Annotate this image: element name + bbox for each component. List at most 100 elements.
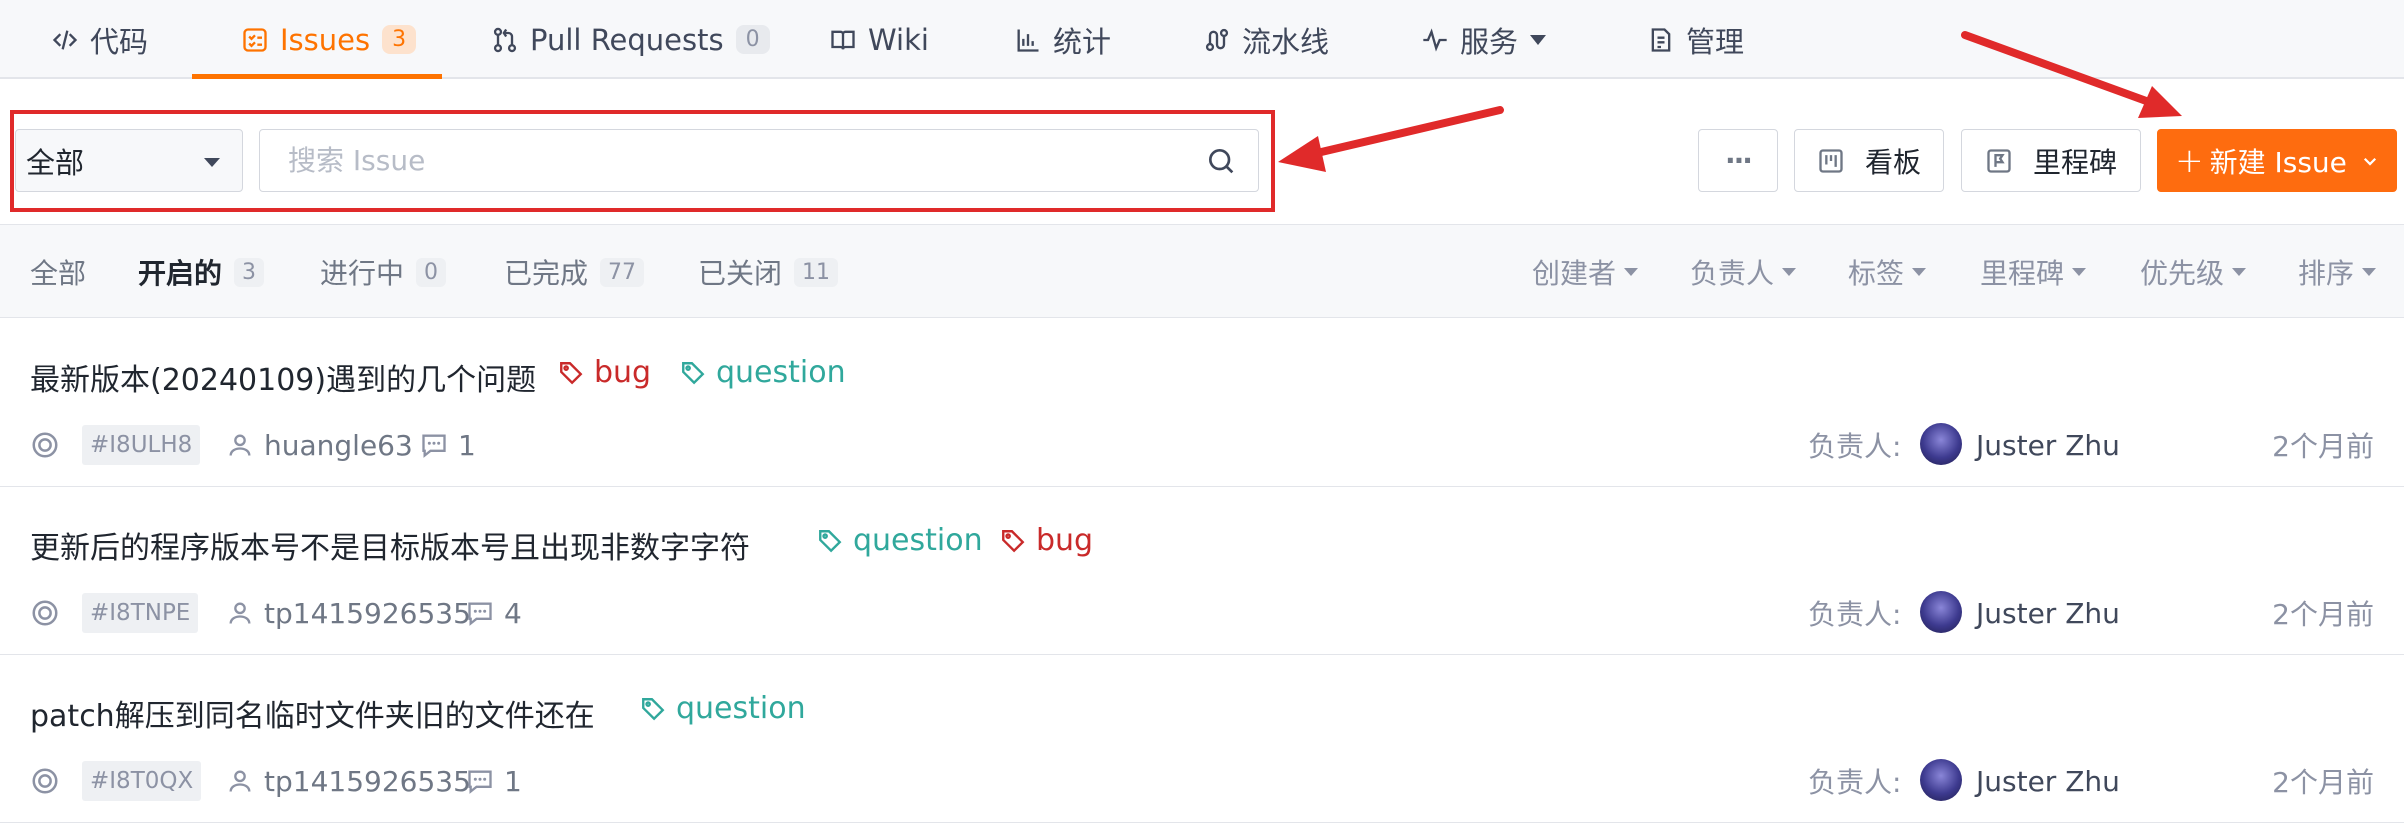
tab-manage[interactable]: 管理	[1646, 0, 1744, 79]
issue-label-question[interactable]: question	[640, 691, 806, 726]
status-tab-open[interactable]: 开启的 3	[138, 225, 265, 319]
milestone-button[interactable]: 里程碑	[1961, 129, 2141, 192]
new-issue-label: 新建 Issue	[2209, 145, 2347, 179]
code-icon	[50, 25, 80, 55]
status-tab-label: 已关闭	[698, 257, 783, 290]
issue-time: 2个月前	[2272, 430, 2374, 463]
issue-title[interactable]: 更新后的程序版本号不是目标版本号且出现非数字字符	[30, 523, 750, 567]
board-label: 看板	[1864, 145, 1921, 179]
repo-nav: 代码 Issues 3 Pull Requests 0 Wiki 统计 流水线	[0, 0, 2404, 79]
status-tab-done[interactable]: 已完成 77	[504, 225, 645, 319]
filter-label: 标签	[1848, 257, 1905, 290]
open-status-icon	[32, 432, 58, 458]
assignee-name[interactable]: Juster Zhu	[1976, 593, 2120, 633]
comment-icon	[422, 434, 446, 458]
user-icon	[229, 770, 251, 792]
scope-select[interactable]: 全部	[15, 129, 243, 192]
issue-status-bar: 全部 开启的 3 进行中 0 已完成 77 已关闭 11 创建者 负责人 标签 …	[0, 224, 2404, 318]
tag-icon	[1002, 529, 1025, 552]
milestone-icon	[1985, 147, 2013, 175]
issue-comments[interactable]: 1	[420, 425, 476, 465]
issue-id[interactable]: #I8ULH8	[82, 425, 201, 465]
user-icon	[229, 434, 251, 456]
search-input[interactable]	[259, 129, 1259, 192]
issue-comments[interactable]: 4	[466, 593, 522, 633]
comment-count: 4	[504, 596, 522, 630]
tab-label: 服务	[1460, 24, 1519, 59]
tag-icon	[682, 361, 705, 384]
avatar[interactable]	[1920, 759, 1962, 801]
caret-down-icon	[1782, 268, 1797, 276]
author-name: huangle63	[264, 428, 413, 462]
tab-pull-requests[interactable]: Pull Requests 0	[490, 0, 770, 79]
issue-row[interactable]: 最新版本(20240109)遇到的几个问题 bug question #I8UL…	[0, 319, 2404, 487]
more-button[interactable]: ···	[1698, 129, 1778, 192]
filter-priority[interactable]: 优先级	[2140, 225, 2247, 319]
issue-comments[interactable]: 1	[466, 761, 522, 801]
filter-milestone[interactable]: 里程碑	[1980, 225, 2087, 319]
tag-icon	[819, 529, 842, 552]
status-tab-label: 开启的	[138, 257, 223, 290]
filter-label: 排序	[2298, 257, 2355, 290]
author-name: tp1415926535	[264, 596, 471, 630]
assignee-name[interactable]: Juster Zhu	[1976, 425, 2120, 465]
tab-pipeline[interactable]: 流水线	[1202, 0, 1329, 79]
label-text: question	[853, 523, 983, 558]
comment-count: 1	[504, 764, 522, 798]
caret-down-icon	[1624, 268, 1639, 276]
tab-count-badge: 3	[382, 25, 417, 54]
issue-label-bug[interactable]: bug	[558, 355, 651, 390]
issue-time: 2个月前	[2272, 766, 2374, 799]
issue-time: 2个月前	[2272, 598, 2374, 631]
active-tab-indicator	[192, 74, 442, 79]
author-name: tp1415926535	[264, 764, 471, 798]
search-icon[interactable]	[1205, 145, 1237, 177]
issue-author[interactable]: tp1415926535	[226, 761, 471, 801]
tab-issues[interactable]: Issues 3	[240, 0, 417, 79]
tab-label: Wiki	[868, 22, 929, 57]
board-button[interactable]: 看板	[1794, 129, 1944, 192]
caret-down-icon	[1912, 268, 1927, 276]
filter-sort[interactable]: 排序	[2298, 225, 2377, 319]
tab-code[interactable]: 代码	[50, 0, 148, 79]
avatar[interactable]	[1920, 423, 1962, 465]
status-tab-all[interactable]: 全部	[30, 225, 86, 319]
issue-label-question[interactable]: question	[680, 355, 846, 390]
stats-icon	[1013, 25, 1043, 55]
tab-wiki[interactable]: Wiki	[828, 0, 929, 79]
scope-select-value: 全部	[26, 145, 85, 180]
issue-row[interactable]: patch解压到同名临时文件夹旧的文件还在 question #I8T0QX t…	[0, 655, 2404, 823]
new-issue-button[interactable]: + 新建 Issue	[2157, 129, 2397, 192]
issue-author[interactable]: tp1415926535	[226, 593, 471, 633]
issue-label-question[interactable]: question	[817, 523, 983, 558]
issue-id[interactable]: #I8TNPE	[82, 593, 199, 633]
filter-label-tag[interactable]: 标签	[1848, 225, 1927, 319]
issue-label-bug[interactable]: bug	[1000, 523, 1093, 558]
status-tab-closed[interactable]: 已关闭 11	[698, 225, 839, 319]
issue-row[interactable]: 更新后的程序版本号不是目标版本号且出现非数字字符 question bug #I…	[0, 487, 2404, 655]
tab-stats[interactable]: 统计	[1013, 0, 1111, 79]
issue-title[interactable]: 最新版本(20240109)遇到的几个问题	[30, 355, 536, 399]
filter-assignee[interactable]: 负责人	[1690, 225, 1797, 319]
service-icon	[1420, 25, 1450, 55]
issue-title[interactable]: patch解压到同名临时文件夹旧的文件还在	[30, 691, 595, 735]
issue-author[interactable]: huangle63	[226, 425, 413, 465]
pull-request-icon	[490, 25, 520, 55]
tab-label: 代码	[90, 24, 149, 59]
label-text: question	[716, 355, 846, 390]
filter-creator[interactable]: 创建者	[1532, 225, 1639, 319]
avatar[interactable]	[1920, 591, 1962, 633]
filter-label: 负责人	[1690, 257, 1775, 290]
issue-id[interactable]: #I8T0QX	[82, 761, 202, 801]
assignee-name[interactable]: Juster Zhu	[1976, 761, 2120, 801]
tab-service[interactable]: 服务	[1420, 0, 1547, 79]
tab-label: Pull Requests	[530, 22, 724, 57]
caret-down-icon	[2362, 268, 2377, 276]
status-count: 0	[416, 257, 447, 287]
tab-count-badge: 0	[735, 25, 770, 54]
comment-icon	[468, 770, 492, 794]
label-text: question	[676, 691, 806, 726]
status-tab-in-progress[interactable]: 进行中 0	[320, 225, 447, 319]
label-text: bug	[594, 355, 652, 390]
tag-icon	[642, 697, 665, 720]
